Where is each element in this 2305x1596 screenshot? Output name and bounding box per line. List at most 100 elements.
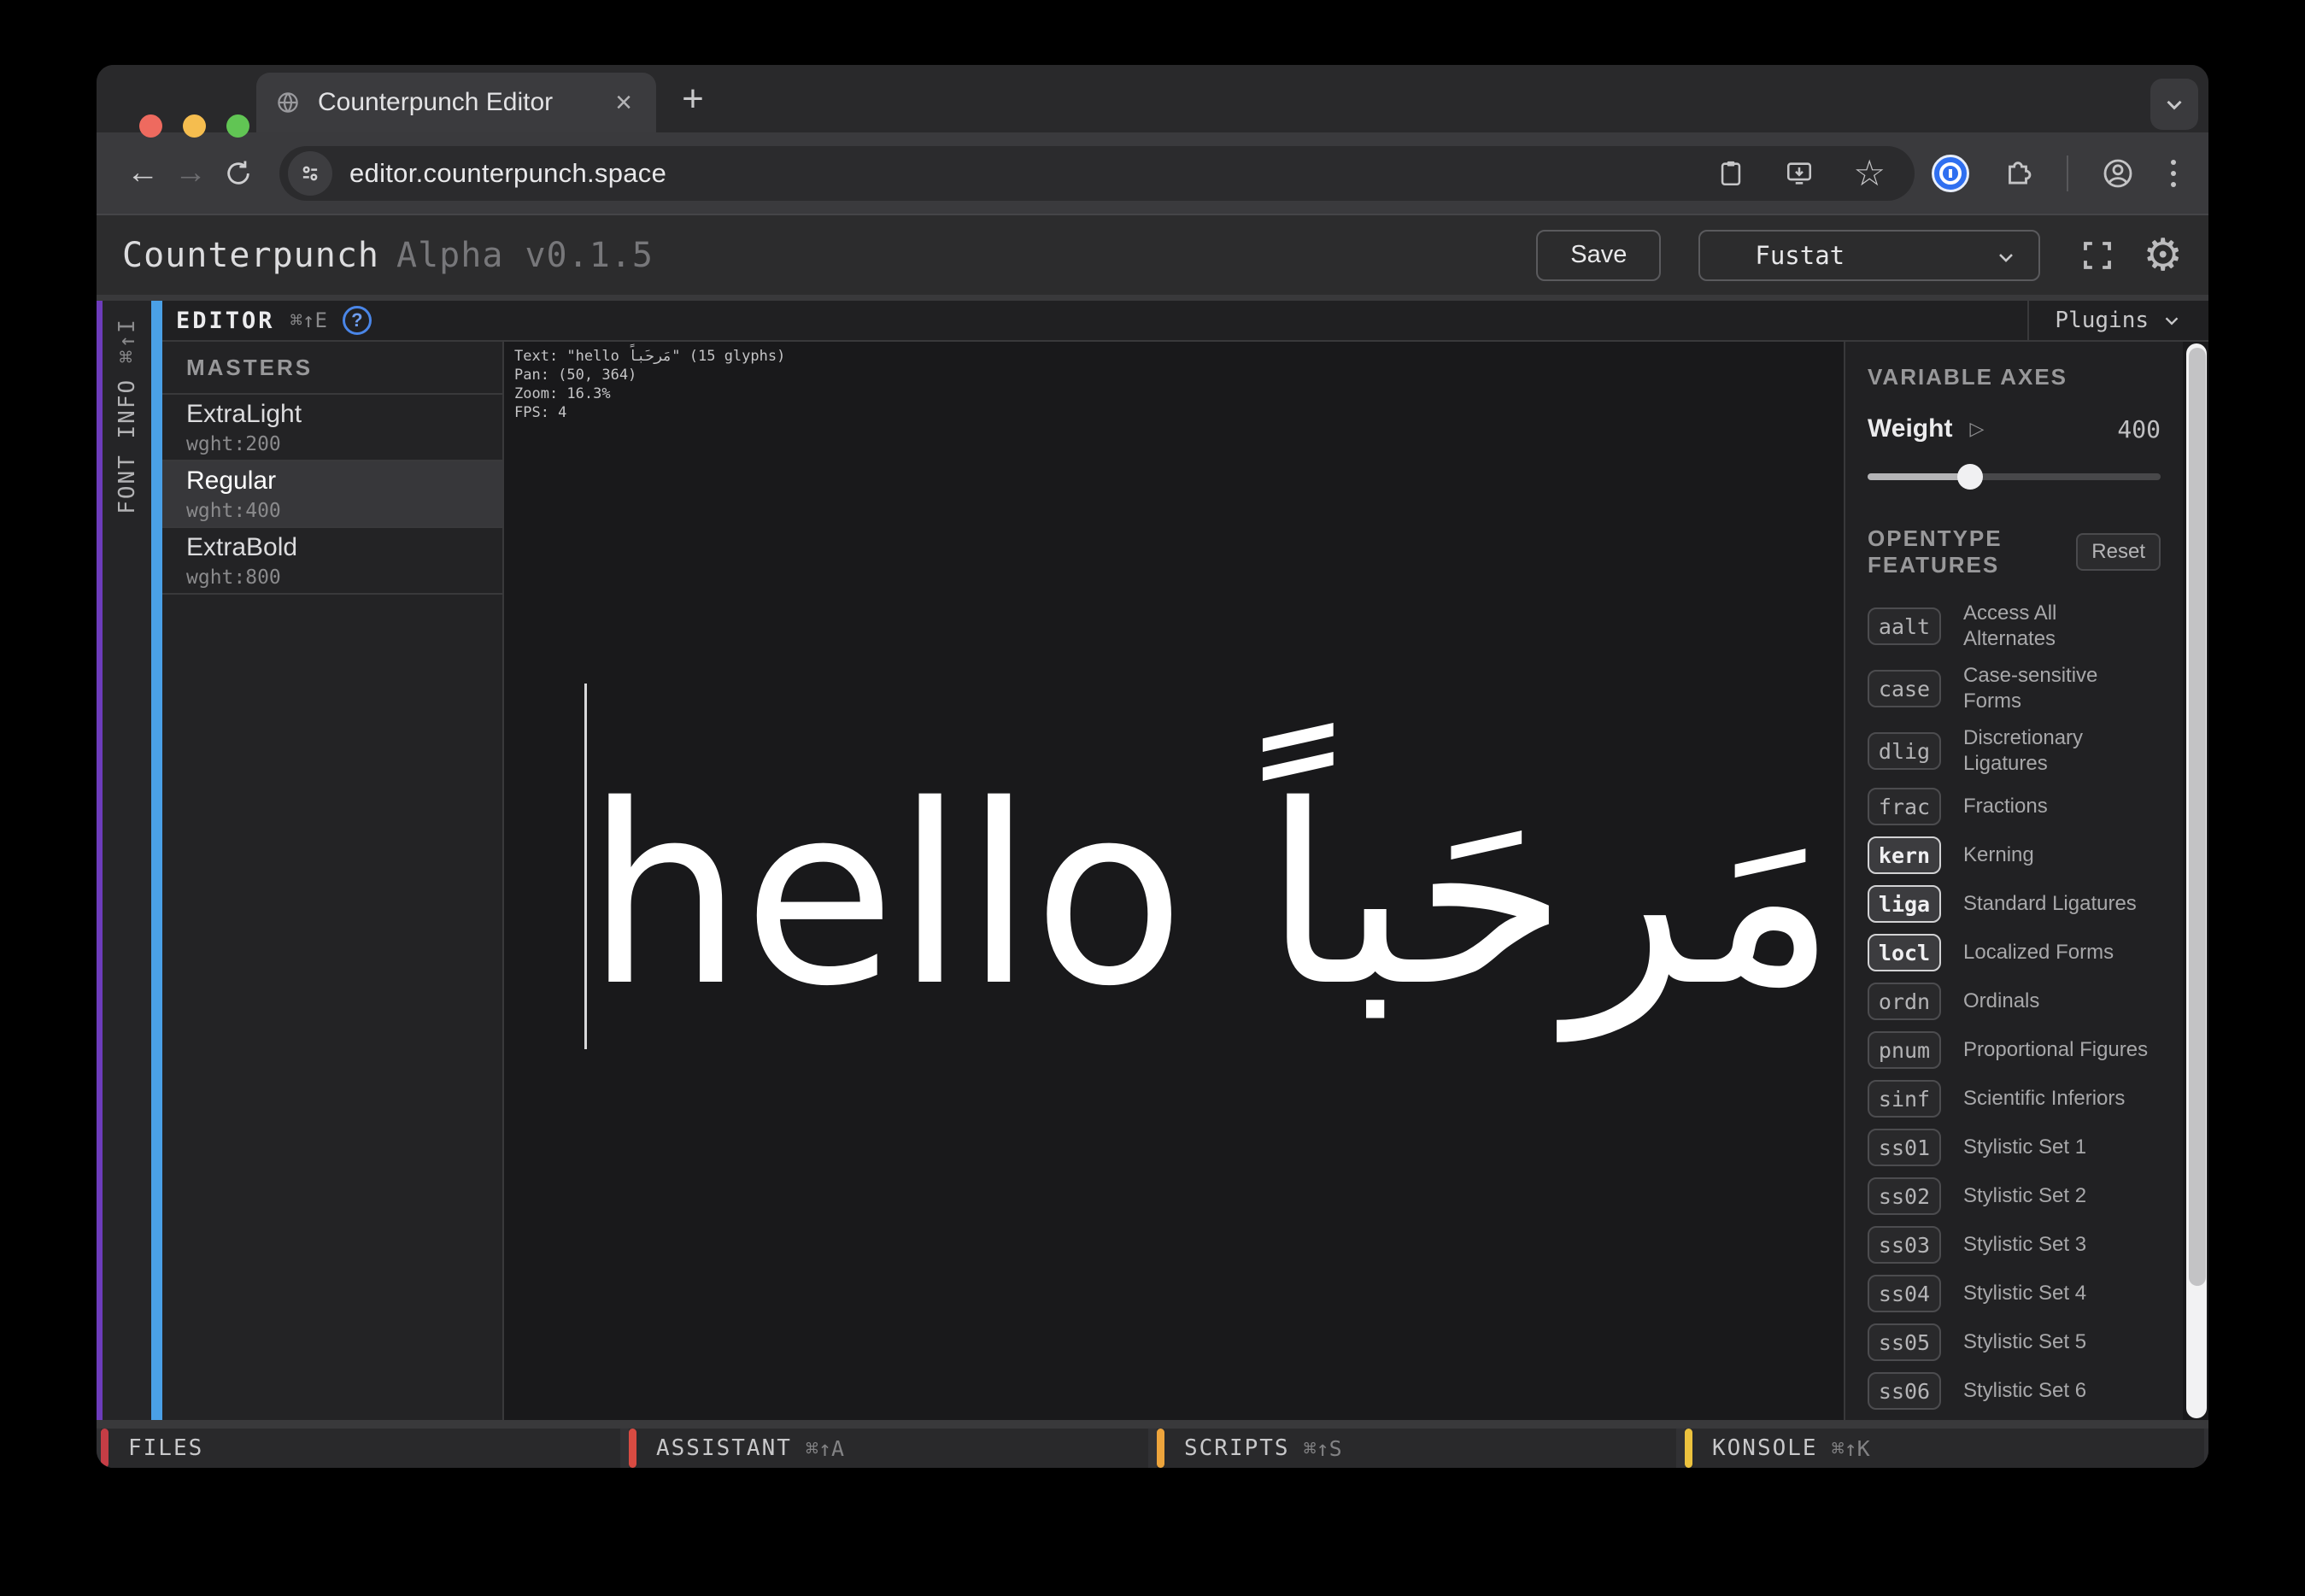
feature-tag-ss05[interactable]: ss05 <box>1868 1323 1941 1361</box>
masters-heading: MASTERS <box>162 342 502 395</box>
glyph-canvas[interactable]: Text: "hello مَرحَباً" (15 glyphs) Pan: … <box>504 342 1844 1420</box>
feature-label: Localized Forms <box>1963 940 2161 965</box>
assistant-marker <box>629 1429 636 1468</box>
canvas-stat-zoom: Zoom: 16.3% <box>514 384 785 403</box>
feature-row-dlig: dlig Discretionary Ligatures <box>1868 725 2161 777</box>
feature-label: Standard Ligatures <box>1963 891 2161 917</box>
help-icon[interactable]: ? <box>343 306 372 335</box>
toolbar-divider <box>2067 155 2068 191</box>
axis-value[interactable]: 400 <box>2117 415 2161 443</box>
statusbar-assistant[interactable]: ASSISTANT ⌘↑A <box>629 1429 1148 1468</box>
clipboard-icon[interactable] <box>1716 159 1745 188</box>
fullscreen-button[interactable] <box>2079 238 2115 273</box>
scrollbar-thumb[interactable] <box>2189 348 2206 1286</box>
statusbar-files[interactable]: FILES <box>101 1429 620 1468</box>
preview-text[interactable]: hello مَرحَباً <box>586 773 1836 1021</box>
feature-tag-case[interactable]: case <box>1868 670 1941 707</box>
feature-tag-ordn[interactable]: ordn <box>1868 983 1941 1020</box>
master-item-extralight[interactable]: ExtraLight wght:200 <box>162 395 502 461</box>
feature-tag-frac[interactable]: frac <box>1868 788 1941 825</box>
minimize-window-button[interactable] <box>183 114 206 138</box>
feature-tag-ss03[interactable]: ss03 <box>1868 1226 1941 1264</box>
feature-tag-ss04[interactable]: ss04 <box>1868 1275 1941 1312</box>
master-item-regular[interactable]: Regular wght:400 <box>162 461 502 528</box>
statusbar-konsole[interactable]: KONSOLE ⌘↑K <box>1685 1429 2204 1468</box>
browser-window: Counterpunch Editor × + ← → <box>97 65 2208 1468</box>
panel-scrollbar[interactable] <box>2183 342 2208 1420</box>
browser-tab[interactable]: Counterpunch Editor × <box>256 73 656 132</box>
close-window-button[interactable] <box>139 114 162 138</box>
feature-tag-dlig[interactable]: dlig <box>1868 732 1941 770</box>
site-settings-button[interactable] <box>288 151 332 196</box>
tab-close-icon[interactable]: × <box>610 88 637 117</box>
variable-axes-heading: VARIABLE AXES <box>1868 364 2161 390</box>
save-button[interactable]: Save <box>1536 230 1661 281</box>
bookmark-star-icon[interactable]: ☆ <box>1853 155 1886 191</box>
editor-tab-label[interactable]: EDITOR <box>176 308 275 334</box>
rail-accent-blue <box>151 301 162 1420</box>
browser-menu-icon[interactable] <box>2167 156 2179 191</box>
tune-icon <box>297 161 323 186</box>
feature-label: Kerning <box>1963 842 2161 868</box>
extensions-puzzle-icon[interactable] <box>2002 157 2034 190</box>
feature-tag-pnum[interactable]: pnum <box>1868 1031 1941 1069</box>
masters-panel: MASTERS ExtraLight wght:200 Regular wght… <box>162 342 504 1420</box>
reset-features-button[interactable]: Reset <box>2076 533 2161 571</box>
statusbar-divider <box>97 1420 2208 1429</box>
address-bar[interactable]: editor.counterpunch.space ☆ <box>279 146 1915 201</box>
font-info-rail[interactable]: FONT INFO ⌘↑I <box>97 301 151 1420</box>
axis-play-icon[interactable]: ▷ <box>1969 419 1984 440</box>
back-button[interactable]: ← <box>119 148 167 199</box>
feature-row-ordn: ordnOrdinals <box>1868 983 2161 1020</box>
feature-label: Stylistic Set 3 <box>1963 1232 2161 1258</box>
browser-toolbar: ← → editor.counterpunch.space <box>97 132 2208 215</box>
feature-tag-ss06[interactable]: ss06 <box>1868 1372 1941 1410</box>
weight-slider[interactable] <box>1868 464 2161 490</box>
feature-tag-aalt[interactable]: aalt <box>1868 607 1941 645</box>
forward-button[interactable]: → <box>167 148 214 199</box>
new-tab-button[interactable]: + <box>667 75 718 123</box>
reload-button[interactable] <box>214 148 262 199</box>
install-page-icon[interactable] <box>1783 159 1815 188</box>
zoom-window-button[interactable] <box>226 114 249 138</box>
feature-tag-liga[interactable]: liga <box>1868 885 1941 923</box>
canvas-stats-overlay: Text: "hello مَرحَباً" (15 glyphs) Pan: … <box>514 347 785 422</box>
feature-row-ss06: ss06Stylistic Set 6 <box>1868 1372 2161 1410</box>
profile-icon[interactable] <box>2101 156 2135 191</box>
font-select[interactable]: Fustat <box>1698 230 2040 281</box>
editor-bar: EDITOR ⌘↑E ? Plugins <box>162 301 2208 342</box>
feature-label: Stylistic Set 5 <box>1963 1329 2161 1355</box>
features-list: aaltAccess All Alternates caseCase-sensi… <box>1868 601 2161 1420</box>
onepassword-extension-icon[interactable] <box>1932 155 1969 192</box>
feature-tag-kern[interactable]: kern <box>1868 836 1941 874</box>
settings-gear-icon[interactable]: ⚙ <box>2143 233 2183 278</box>
tab-title: Counterpunch Editor <box>318 88 610 117</box>
feature-row-liga: liga Standard Ligatures <box>1868 885 2161 923</box>
feature-label: Stylistic Set 2 <box>1963 1183 2161 1209</box>
feature-tag-ss01[interactable]: ss01 <box>1868 1129 1941 1166</box>
master-item-extrabold[interactable]: ExtraBold wght:800 <box>162 528 502 595</box>
feature-tag-sinf[interactable]: sinf <box>1868 1080 1941 1118</box>
plugins-menu[interactable]: Plugins <box>2027 301 2208 340</box>
url-text[interactable]: editor.counterpunch.space <box>349 158 666 189</box>
tab-search-chevron-button[interactable] <box>2150 79 2198 130</box>
feature-row-sinf: sinfScientific Inferiors <box>1868 1080 2161 1118</box>
feature-label: Proportional Figures <box>1963 1037 2161 1063</box>
opentype-heading: OPENTYPE FEATURES <box>1868 525 2076 578</box>
scripts-marker <box>1157 1429 1164 1468</box>
feature-row-ss04: ss04Stylistic Set 4 <box>1868 1275 2161 1312</box>
feature-tag-locl[interactable]: locl <box>1868 934 1941 971</box>
statusbar-scripts[interactable]: SCRIPTS ⌘↑S <box>1157 1429 1676 1468</box>
feature-tag-ss02[interactable]: ss02 <box>1868 1177 1941 1215</box>
feature-label: Stylistic Set 1 <box>1963 1135 2161 1160</box>
slider-thumb[interactable] <box>1957 464 1983 490</box>
canvas-stat-fps: FPS: 4 <box>514 403 785 422</box>
feature-row-frac: frac Fractions <box>1868 788 2161 825</box>
axis-row-weight: Weight ▷ 400 <box>1868 414 2161 443</box>
feature-label: Access All Alternates <box>1963 601 2161 652</box>
font-info-tab[interactable]: FONT INFO ⌘↑I <box>114 318 140 514</box>
feature-label: Fractions <box>1963 794 2161 819</box>
feature-row-ss01: ss01 Stylistic Set 1 <box>1868 1129 2161 1166</box>
app-header: Counterpunch Alpha v0.1.5 Save Fustat ⚙ <box>97 215 2208 301</box>
feature-label: Discretionary Ligatures <box>1963 725 2161 777</box>
